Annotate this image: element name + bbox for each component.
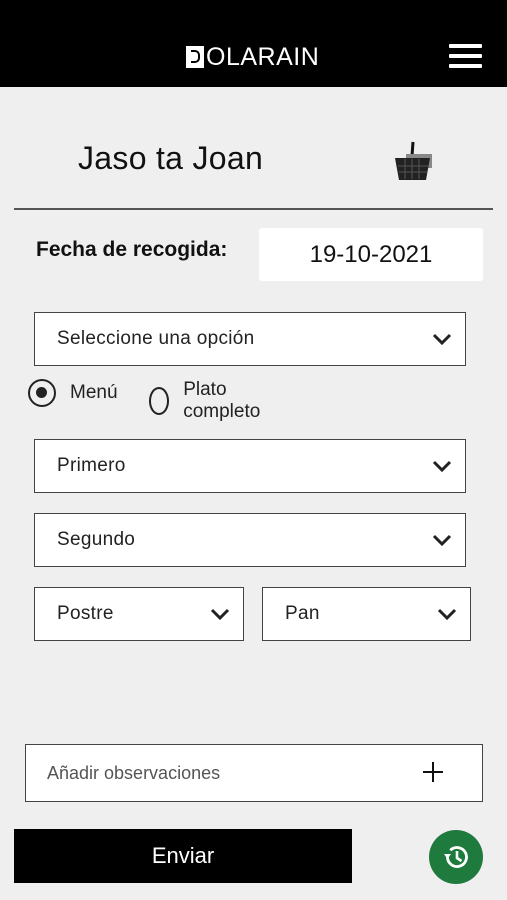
radio-plato-completo[interactable]: Plato completo: [149, 379, 268, 423]
send-button[interactable]: Enviar: [14, 829, 352, 883]
top-bar: OLARAIN: [0, 0, 507, 87]
second-course-select[interactable]: Segundo: [34, 513, 466, 567]
history-icon: [444, 846, 468, 868]
radio-menu[interactable]: Menú: [28, 379, 118, 407]
observations-placeholder: Añadir observaciones: [47, 763, 221, 783]
chevron-down-icon: [432, 460, 452, 472]
page-title: Jaso ta Joan: [78, 140, 264, 176]
basket-icon[interactable]: [390, 140, 436, 184]
brand-logo[interactable]: OLARAIN: [186, 44, 319, 70]
header-divider: [14, 208, 493, 210]
radio-menu-circle[interactable]: [28, 379, 56, 407]
plus-icon[interactable]: [423, 762, 443, 782]
first-course-select[interactable]: Primero: [34, 439, 466, 493]
observations-field[interactable]: Añadir observaciones: [25, 744, 483, 802]
chevron-down-icon: [437, 608, 457, 620]
chevron-down-icon: [210, 608, 230, 620]
chevron-down-icon: [432, 534, 452, 546]
radio-plato-completo-label: Plato completo: [183, 379, 261, 422]
pickup-date-label: Fecha de recogida:: [36, 238, 228, 261]
history-button[interactable]: [429, 830, 483, 884]
bread-select[interactable]: Pan: [262, 587, 471, 641]
app-screen: OLARAIN Jaso ta Joan Fecha de recogida: …: [0, 0, 507, 900]
dessert-label: Postre: [57, 603, 114, 624]
radio-plato-completo-circle[interactable]: [149, 387, 170, 415]
option-select-label: Seleccione una opción: [57, 328, 255, 349]
option-select[interactable]: Seleccione una opción: [34, 312, 466, 366]
hamburger-menu-icon[interactable]: [449, 43, 482, 69]
pickup-date-field[interactable]: 19-10-2021: [259, 228, 483, 281]
second-course-label: Segundo: [57, 529, 136, 550]
dessert-select[interactable]: Postre: [34, 587, 244, 641]
bread-label: Pan: [285, 603, 320, 624]
radio-menu-label: Menú: [70, 382, 118, 403]
brand-mark-icon: [186, 46, 204, 68]
first-course-label: Primero: [57, 455, 126, 476]
brand-name: OLARAIN: [206, 43, 320, 71]
chevron-down-icon: [432, 333, 452, 345]
